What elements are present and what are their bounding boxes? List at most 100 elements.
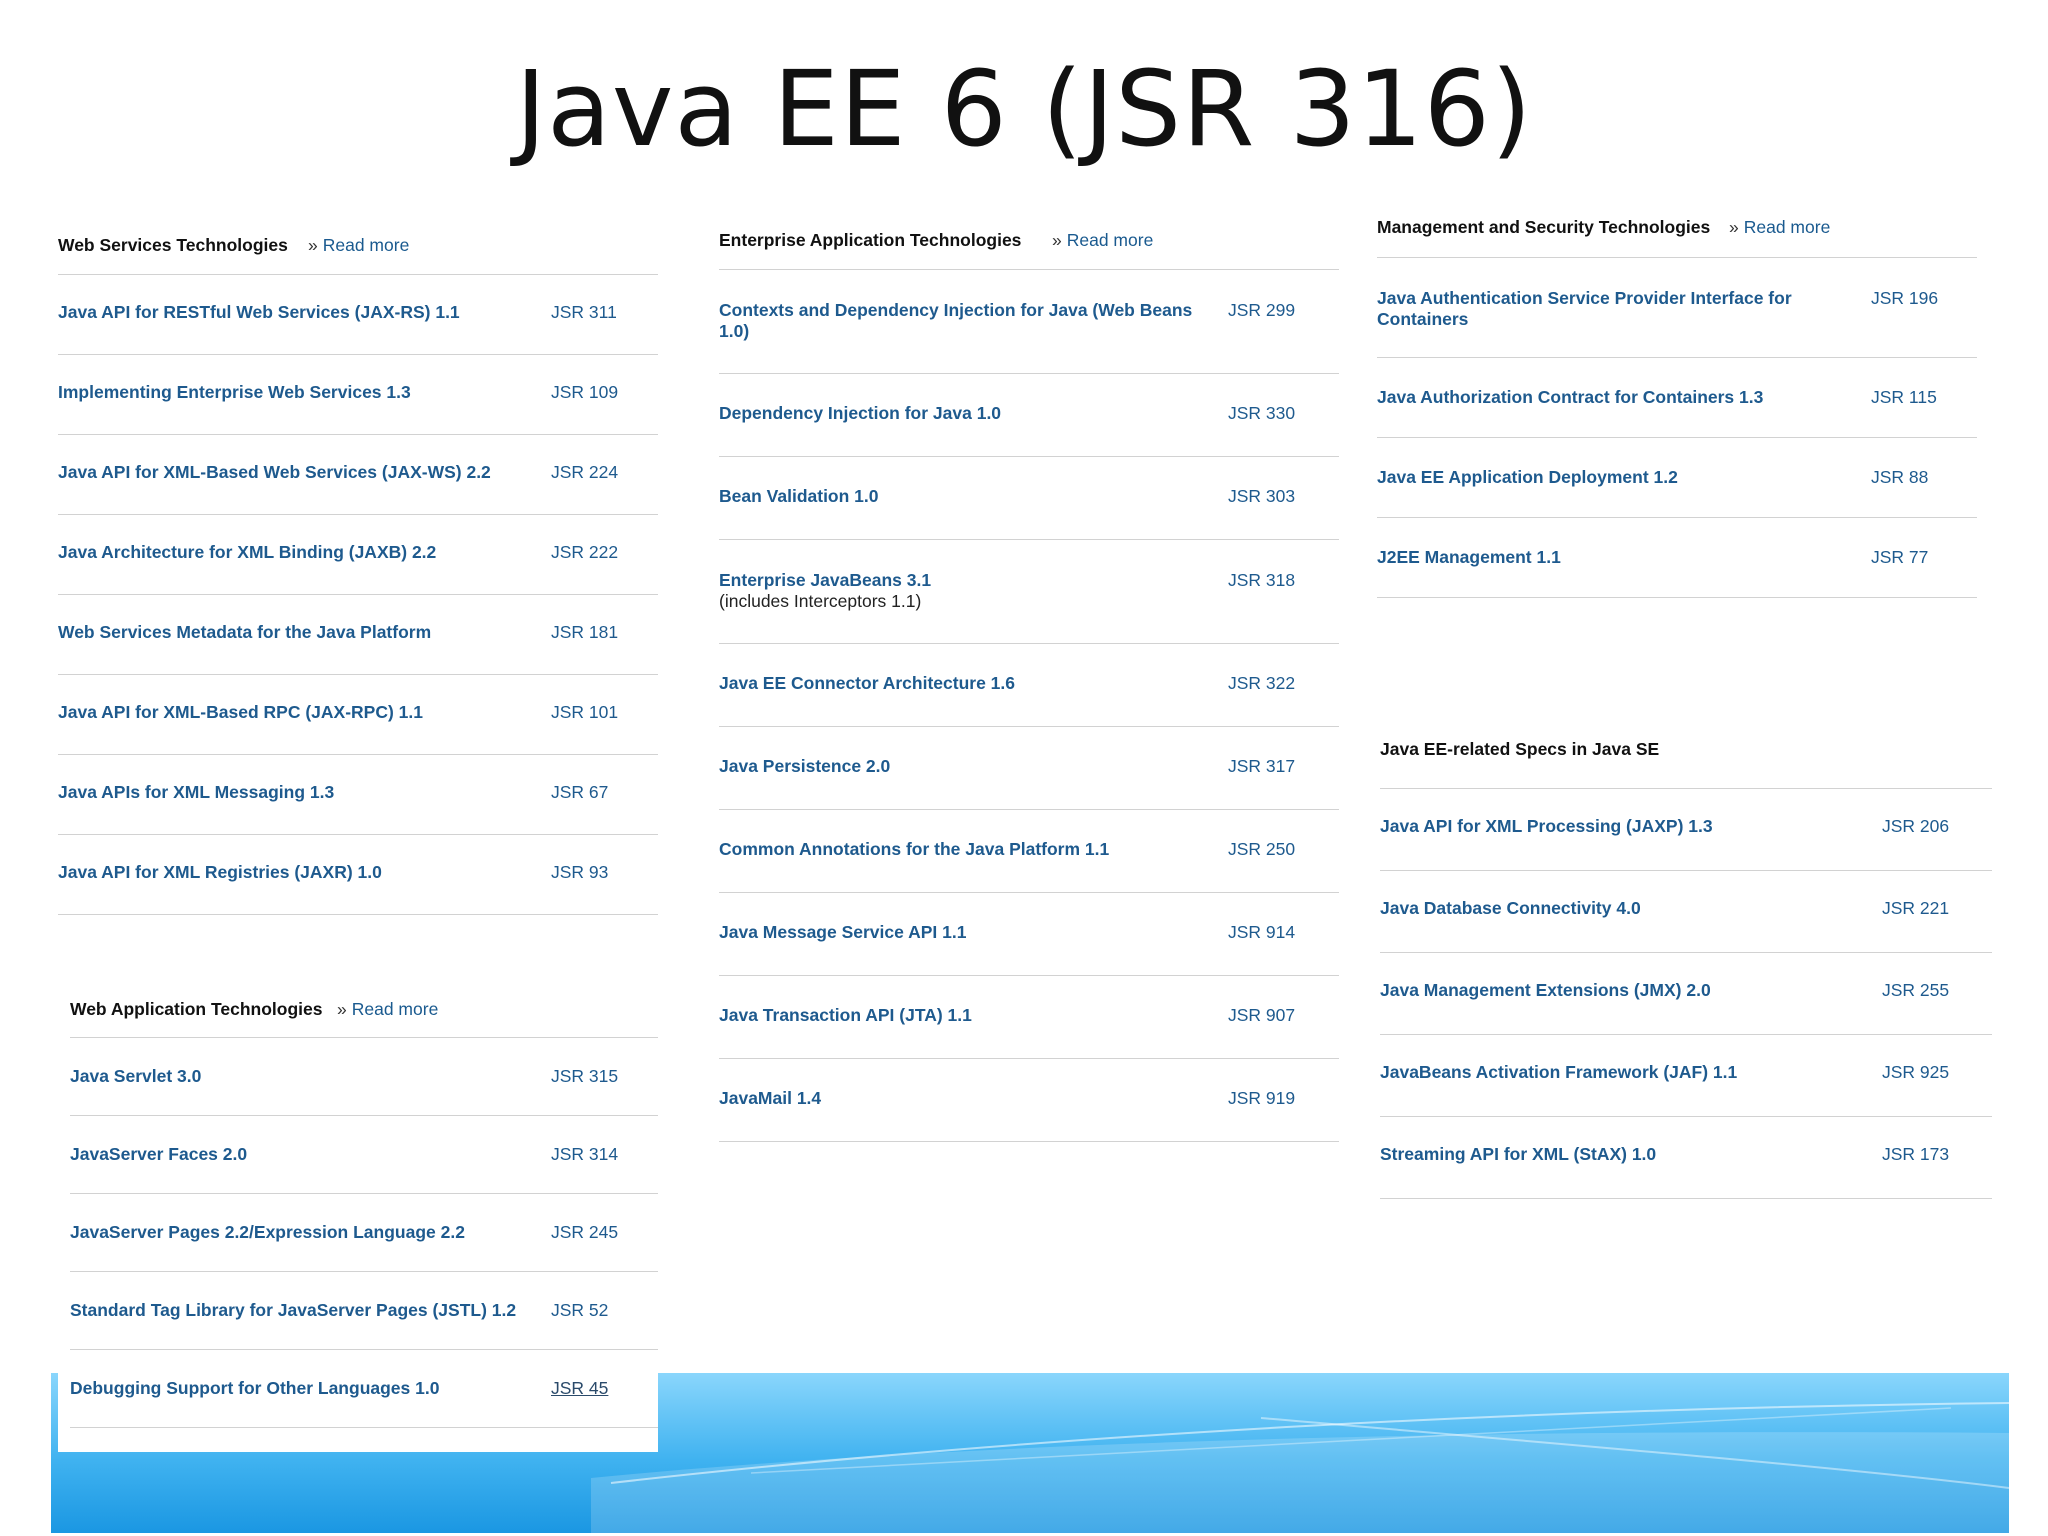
jsr-number-link[interactable]: JSR 206 — [1882, 816, 1949, 837]
spec-row: Java API for RESTful Web Services (JAX-R… — [58, 275, 658, 355]
jsr-number-link[interactable]: JSR 245 — [551, 1222, 618, 1243]
read-more-link[interactable]: » Read more — [1052, 230, 1153, 251]
jsr-number-link[interactable]: JSR 101 — [551, 702, 618, 723]
jsr-number-link[interactable]: JSR 303 — [1228, 486, 1295, 507]
spec-name-link[interactable]: Java API for XML-Based Web Services (JAX… — [58, 462, 491, 483]
spec-row: Java Transaction API (JTA) 1.1 JSR 907 — [719, 976, 1339, 1059]
spec-row: Java Authentication Service Provider Int… — [1377, 258, 1977, 358]
spec-name-link[interactable]: Java Transaction API (JTA) 1.1 — [719, 1005, 972, 1026]
jsr-number-link[interactable]: JSR 221 — [1882, 898, 1949, 919]
jsr-number-link[interactable]: JSR 919 — [1228, 1088, 1295, 1109]
jsr-number-link[interactable]: JSR 224 — [551, 462, 618, 483]
read-more-link[interactable]: » Read more — [308, 235, 409, 256]
spec-name-link[interactable]: Java API for XML-Based RPC (JAX-RPC) 1.1 — [58, 702, 423, 723]
java-se-specs-section: Java EE-related Specs in Java SE Java AP… — [1380, 734, 1992, 1199]
spec-name-link[interactable]: Java Database Connectivity 4.0 — [1380, 898, 1641, 919]
jsr-number-link[interactable]: JSR 925 — [1882, 1062, 1949, 1083]
read-more-link[interactable]: » Read more — [337, 999, 438, 1020]
spec-name-link[interactable]: Java Authentication Service Provider Int… — [1377, 288, 1807, 330]
spec-name-link[interactable]: Implementing Enterprise Web Services 1.3 — [58, 382, 411, 403]
jsr-number-link[interactable]: JSR 181 — [551, 622, 618, 643]
spec-row: Enterprise JavaBeans 3.1 (includes Interc… — [719, 540, 1339, 644]
section-header: Enterprise Application Technologies » Rea… — [719, 223, 1339, 263]
section-title: Java EE-related Specs in Java SE — [1380, 739, 1660, 759]
jsr-number-link[interactable]: JSR 322 — [1228, 673, 1295, 694]
jsr-number-link[interactable]: JSR 93 — [551, 862, 608, 883]
jsr-number-link[interactable]: JSR 173 — [1882, 1144, 1949, 1165]
spec-row: Contexts and Dependency Injection for Ja… — [719, 270, 1339, 374]
spec-row: Java APIs for XML Messaging 1.3 JSR 67 — [58, 755, 658, 835]
spec-name-link[interactable]: Web Services Metadata for the Java Platf… — [58, 622, 431, 643]
spec-row: Java Architecture for XML Binding (JAXB)… — [58, 515, 658, 595]
spec-name-link[interactable]: Java EE Application Deployment 1.2 — [1377, 467, 1678, 488]
jsr-number-link[interactable]: JSR 222 — [551, 542, 618, 563]
spec-row: Java API for XML Processing (JAXP) 1.3 JS… — [1380, 789, 1992, 871]
spec-name-link[interactable]: J2EE Management 1.1 — [1377, 547, 1561, 568]
spec-row: Bean Validation 1.0 JSR 303 — [719, 457, 1339, 540]
spec-list: Java API for RESTful Web Services (JAX-R… — [58, 274, 658, 915]
spec-name-link[interactable]: Enterprise JavaBeans 3.1 (includes Interc… — [719, 570, 931, 612]
spec-name-link[interactable]: Java EE Connector Architecture 1.6 — [719, 673, 1015, 694]
jsr-number-link[interactable]: JSR 67 — [551, 782, 608, 803]
jsr-number-link[interactable]: JSR 315 — [551, 1066, 618, 1087]
jsr-number-link[interactable]: JSR 196 — [1871, 288, 1938, 309]
spec-name-link[interactable]: Java Architecture for XML Binding (JAXB)… — [58, 542, 436, 563]
web-application-section: Web Application Technologies » Read more … — [58, 990, 658, 1452]
spec-subtitle: (includes Interceptors 1.1) — [719, 591, 922, 611]
jsr-number-link[interactable]: JSR 77 — [1871, 547, 1928, 568]
spec-name-link[interactable]: Java API for XML Registries (JAXR) 1.0 — [58, 862, 382, 883]
jsr-number-link[interactable]: JSR 45 — [551, 1378, 608, 1399]
spec-row: Java EE Application Deployment 1.2 JSR 88 — [1377, 438, 1977, 518]
jsr-number-link[interactable]: JSR 115 — [1871, 387, 1937, 408]
section-title: Web Services Technologies — [58, 235, 288, 255]
section-title: Enterprise Application Technologies — [719, 230, 1022, 250]
section-header: Management and Security Technologies » Re… — [1377, 211, 1977, 251]
spec-name-link[interactable]: JavaMail 1.4 — [719, 1088, 821, 1109]
spec-name-link[interactable]: JavaBeans Activation Framework (JAF) 1.1 — [1380, 1062, 1737, 1083]
spec-row: Streaming API for XML (StAX) 1.0 JSR 173 — [1380, 1117, 1992, 1199]
spec-name-link[interactable]: Java API for XML Processing (JAXP) 1.3 — [1380, 816, 1713, 837]
jsr-number-link[interactable]: JSR 317 — [1228, 756, 1295, 777]
jsr-number-link[interactable]: JSR 330 — [1228, 403, 1295, 424]
spec-name-link[interactable]: Java Message Service API 1.1 — [719, 922, 966, 943]
spec-name-link[interactable]: JavaServer Pages 2.2/Expression Language… — [70, 1222, 465, 1243]
web-services-section: Web Services Technologies » Read more Jav… — [58, 228, 658, 915]
spec-name-link[interactable]: Common Annotations for the Java Platform… — [719, 839, 1109, 860]
spec-name-link[interactable]: Contexts and Dependency Injection for Ja… — [719, 300, 1209, 342]
spec-list: Java API for XML Processing (JAXP) 1.3 JS… — [1380, 788, 1992, 1199]
spec-row: JavaServer Faces 2.0 JSR 314 — [70, 1116, 658, 1194]
jsr-number-link[interactable]: JSR 52 — [551, 1300, 608, 1321]
spec-name-link[interactable]: Debugging Support for Other Languages 1.… — [70, 1378, 439, 1399]
section-title: Web Application Technologies — [70, 999, 323, 1019]
spec-name-link[interactable]: Java Authorization Contract for Containe… — [1377, 387, 1763, 408]
read-more-link[interactable]: » Read more — [1729, 217, 1830, 238]
spec-list: Java Servlet 3.0 JSR 315 JavaServer Faces… — [70, 1037, 658, 1428]
spec-name-link[interactable]: Streaming API for XML (StAX) 1.0 — [1380, 1144, 1656, 1165]
jsr-number-link[interactable]: JSR 318 — [1228, 570, 1295, 591]
spec-name-link[interactable]: Java Servlet 3.0 — [70, 1066, 201, 1087]
spec-name-link[interactable]: Java Persistence 2.0 — [719, 756, 890, 777]
spec-name-link[interactable]: JavaServer Faces 2.0 — [70, 1144, 247, 1165]
jsr-number-link[interactable]: JSR 250 — [1228, 839, 1295, 860]
jsr-number-link[interactable]: JSR 907 — [1228, 1005, 1295, 1026]
jsr-number-link[interactable]: JSR 314 — [551, 1144, 618, 1165]
jsr-number-link[interactable]: JSR 299 — [1228, 300, 1295, 321]
spec-name-link[interactable]: Java APIs for XML Messaging 1.3 — [58, 782, 334, 803]
spec-name-link[interactable]: Bean Validation 1.0 — [719, 486, 879, 507]
jsr-number-link[interactable]: JSR 311 — [551, 302, 617, 323]
spec-name-link[interactable]: Java Management Extensions (JMX) 2.0 — [1380, 980, 1711, 1001]
spec-row: Java Authorization Contract for Containe… — [1377, 358, 1977, 438]
jsr-number-link[interactable]: JSR 109 — [551, 382, 618, 403]
jsr-number-link[interactable]: JSR 255 — [1882, 980, 1949, 1001]
spec-row: Java Servlet 3.0 JSR 315 — [70, 1038, 658, 1116]
spec-row: Standard Tag Library for JavaServer Page… — [70, 1272, 658, 1350]
spec-name-link[interactable]: Java API for RESTful Web Services (JAX-R… — [58, 302, 460, 323]
slide-title: Java EE 6 (JSR 316) — [515, 48, 1533, 170]
section-header: Web Application Technologies » Read more — [70, 990, 658, 1030]
management-security-section: Management and Security Technologies » Re… — [1377, 211, 1977, 598]
spec-name-link[interactable]: Standard Tag Library for JavaServer Page… — [70, 1300, 516, 1321]
spec-name-link[interactable]: Dependency Injection for Java 1.0 — [719, 403, 1001, 424]
jsr-number-link[interactable]: JSR 914 — [1228, 922, 1295, 943]
jsr-number-link[interactable]: JSR 88 — [1871, 467, 1928, 488]
spec-row: Java API for XML Registries (JAXR) 1.0 JS… — [58, 835, 658, 915]
